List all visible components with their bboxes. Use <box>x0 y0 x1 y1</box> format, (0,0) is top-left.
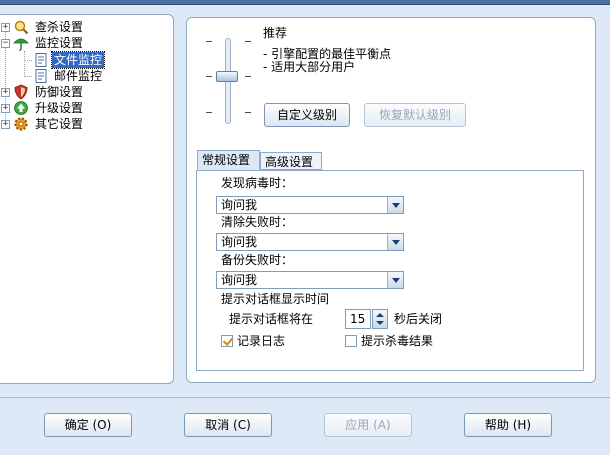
seconds-stepper[interactable] <box>372 309 388 329</box>
tree-item-label: 监控设置 <box>35 36 84 50</box>
dialog-seconds-input[interactable]: 15 <box>345 309 371 329</box>
slider-tick <box>245 41 251 42</box>
clean-fail-label: 清除失败时： <box>221 215 294 229</box>
level-description-1: - 引擎配置的最佳平衡点 <box>263 47 392 61</box>
slider-tick <box>245 76 251 77</box>
help-button[interactable]: 帮助 (H) <box>464 413 552 437</box>
backup-fail-select[interactable]: 询问我 <box>216 271 404 289</box>
expand-icon[interactable]: + <box>1 23 10 32</box>
chevron-down-icon[interactable] <box>387 272 403 288</box>
tree-item-label: 查杀设置 <box>35 20 84 34</box>
shield-icon <box>14 84 28 100</box>
tree-item-label: 其它设置 <box>35 117 84 131</box>
settings-tree: + 查杀设置 − 监控设置 文件监控 邮件监控 + 防御设置 + 升级设置 + … <box>0 14 174 384</box>
tree-item-mail-monitor[interactable]: 邮件监控 <box>0 68 170 84</box>
chevron-down-icon[interactable] <box>387 197 403 213</box>
tree-item-other-settings[interactable]: + 其它设置 <box>0 116 170 132</box>
level-title: 推荐 <box>263 26 288 40</box>
stepper-up-icon[interactable] <box>376 313 384 317</box>
tree-item-defense-settings[interactable]: + 防御设置 <box>0 84 170 100</box>
virus-found-select[interactable]: 询问我 <box>216 196 404 214</box>
log-checkbox[interactable] <box>221 335 233 347</box>
show-result-label: 提示杀毒结果 <box>361 334 434 348</box>
magnifier-icon <box>14 20 29 35</box>
tab-general-settings[interactable]: 常规设置 <box>197 150 260 170</box>
gear-icon <box>14 117 28 131</box>
virus-found-value: 询问我 <box>221 198 258 212</box>
dialog-time-label: 提示对话框显示时间 <box>221 292 330 306</box>
umbrella-icon <box>13 38 29 51</box>
slider-tick <box>206 41 212 42</box>
slider-tick <box>206 76 212 77</box>
tree-item-monitor-settings[interactable]: − 监控设置 <box>0 35 170 51</box>
backup-fail-value: 询问我 <box>221 273 258 287</box>
tree-item-label: 防御设置 <box>35 85 84 99</box>
log-label: 记录日志 <box>237 334 286 348</box>
backup-fail-label: 备份失败时： <box>221 253 294 267</box>
expand-icon[interactable]: + <box>1 120 10 129</box>
slider-tick <box>206 112 212 113</box>
expand-icon[interactable]: + <box>1 88 10 97</box>
show-result-checkbox[interactable] <box>345 335 357 347</box>
cancel-button[interactable]: 取消 (C) <box>184 413 272 437</box>
tab-advanced-settings[interactable]: 高级设置 <box>260 152 322 170</box>
tree-item-file-monitor[interactable]: 文件监控 <box>0 51 170 69</box>
window-top-border <box>0 0 610 5</box>
clean-fail-select[interactable]: 询问我 <box>216 233 404 251</box>
collapse-icon[interactable]: − <box>1 39 10 48</box>
slider-tick <box>245 112 251 113</box>
dialog-close-suffix: 秒后关闭 <box>394 312 443 326</box>
stepper-down-icon[interactable] <box>376 321 384 325</box>
tree-item-label: 升级设置 <box>35 101 84 115</box>
clean-fail-value: 询问我 <box>221 235 258 249</box>
tree-item-update-settings[interactable]: + 升级设置 <box>0 100 170 116</box>
ok-button[interactable]: 确定 (O) <box>44 413 132 437</box>
dialog-close-prefix: 提示对话框将在 <box>229 312 314 326</box>
tree-item-label: 邮件监控 <box>54 69 103 83</box>
apply-button[interactable]: 应用 (A) <box>324 413 412 437</box>
expand-icon[interactable]: + <box>1 104 10 113</box>
update-icon <box>14 101 28 115</box>
tree-item-label: 文件监控 <box>50 51 106 69</box>
document-icon <box>35 69 47 83</box>
custom-level-button[interactable]: 自定义级别 <box>264 103 350 127</box>
chevron-down-icon[interactable] <box>387 234 403 250</box>
document-icon <box>35 53 47 67</box>
slider-thumb[interactable] <box>216 71 238 82</box>
restore-default-button[interactable]: 恢复默认级别 <box>364 103 466 127</box>
tree-item-scan-settings[interactable]: + 查杀设置 <box>0 19 170 35</box>
level-description-2: - 适用大部分用户 <box>263 60 356 74</box>
virus-found-label: 发现病毒时： <box>221 176 294 190</box>
